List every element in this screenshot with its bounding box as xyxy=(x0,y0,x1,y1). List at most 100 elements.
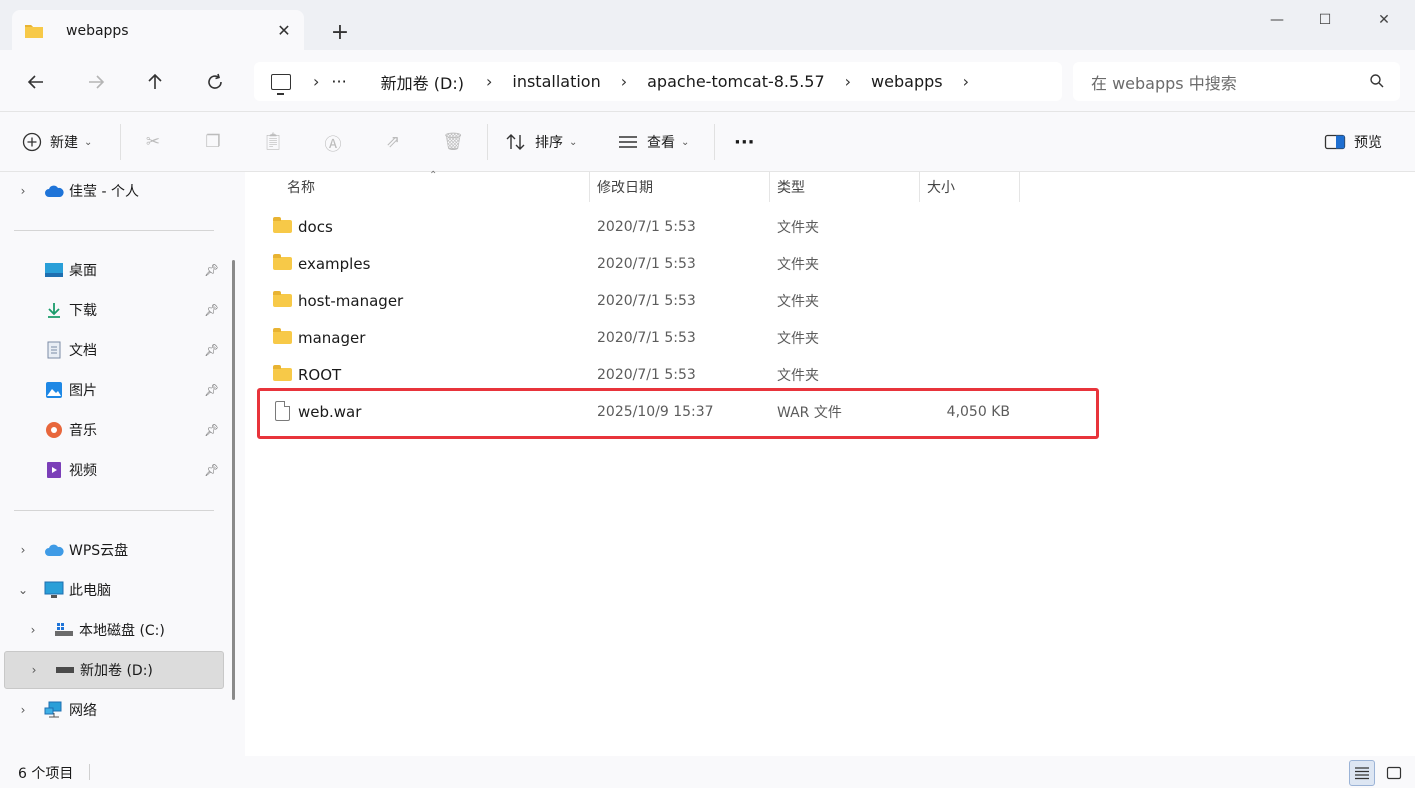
column-divider[interactable] xyxy=(769,172,770,202)
chevron-right-icon[interactable]: › xyxy=(27,663,41,677)
pin-icon[interactable]: 📌︎ xyxy=(204,423,219,437)
sidebar-item-this-pc[interactable]: ⌄ 此电脑 xyxy=(0,571,224,609)
folder-icon xyxy=(273,328,293,346)
copy-button[interactable]: ❐ xyxy=(202,128,224,156)
view-button[interactable]: 查看 ⌄ xyxy=(617,128,689,156)
sidebar-label: 此电脑 xyxy=(69,583,111,599)
paste-button[interactable]: 📋︎ xyxy=(262,128,284,156)
sidebar-item-downloads[interactable]: 下载 📌︎ xyxy=(0,291,224,329)
chevron-right-icon[interactable]: › xyxy=(16,184,30,198)
document-icon xyxy=(44,340,64,360)
pin-icon[interactable]: 📌︎ xyxy=(204,303,219,317)
column-header-modified[interactable]: 修改日期 xyxy=(597,172,653,202)
breadcrumb-item-installation[interactable]: installation xyxy=(512,72,600,91)
sidebar-item-drive-d[interactable]: › 新加卷 (D:) xyxy=(4,651,224,689)
new-button[interactable]: 新建 ⌄ xyxy=(22,128,92,156)
tab-close-icon[interactable]: ✕ xyxy=(274,20,294,40)
breadcrumb-item-tomcat[interactable]: apache-tomcat-8.5.57 xyxy=(647,72,825,91)
column-header-type[interactable]: 类型 xyxy=(777,172,805,202)
network-icon xyxy=(44,700,64,720)
chevron-right-icon[interactable]: › xyxy=(16,703,30,717)
sidebar-item-onedrive[interactable]: › 佳莹 - 个人 xyxy=(0,172,224,210)
sidebar-scrollbar[interactable] xyxy=(232,260,235,700)
chevron-down-icon: ⌄ xyxy=(681,136,690,148)
chevron-down-icon: ⌄ xyxy=(84,136,93,148)
sidebar-item-drive-c[interactable]: › 本地磁盘 (C:) xyxy=(0,611,224,649)
sidebar-label: 下载 xyxy=(69,303,97,319)
pictures-icon xyxy=(44,380,64,400)
column-header-name[interactable]: 名称 xyxy=(287,172,315,202)
sort-button[interactable]: 排序 ⌄ xyxy=(505,128,577,156)
arrow-right-icon xyxy=(89,75,105,89)
chevron-right-icon[interactable]: › xyxy=(621,72,627,91)
sidebar-item-desktop[interactable]: 桌面 📌︎ xyxy=(0,251,224,289)
chevron-right-icon[interactable]: › xyxy=(486,72,492,91)
file-name: examples xyxy=(298,254,371,273)
column-divider[interactable] xyxy=(1019,172,1020,202)
close-window-button[interactable]: ✕ xyxy=(1361,8,1407,32)
sidebar-item-pictures[interactable]: 图片 📌︎ xyxy=(0,371,224,409)
table-row[interactable]: host-manager 2020/7/1 5:53 文件夹 xyxy=(245,282,1415,319)
share-button[interactable]: ⇗ xyxy=(382,128,404,156)
preview-pane-button[interactable]: 预览 xyxy=(1324,128,1382,156)
pin-icon[interactable]: 📌︎ xyxy=(204,463,219,477)
sidebar-label: 佳莹 - 个人 xyxy=(69,184,139,200)
status-bar: 6 个项目 xyxy=(0,756,1415,788)
sort-icon xyxy=(506,134,525,150)
chevron-right-icon[interactable]: › xyxy=(16,543,30,557)
delete-button[interactable]: 🗑︎ xyxy=(442,128,464,156)
address-bar[interactable]: › ··· 新加卷 (D:) › installation › apache-t… xyxy=(254,62,1062,101)
minimize-button[interactable]: — xyxy=(1254,8,1300,32)
table-row[interactable]: examples 2020/7/1 5:53 文件夹 xyxy=(245,245,1415,282)
item-count: 6 个项目 xyxy=(18,766,74,782)
chevron-right-icon[interactable]: › xyxy=(845,72,851,91)
breadcrumb-item-webapps[interactable]: webapps xyxy=(871,72,943,91)
column-divider[interactable] xyxy=(919,172,920,202)
table-row[interactable]: manager 2020/7/1 5:53 文件夹 xyxy=(245,319,1415,356)
pin-icon[interactable]: 📌︎ xyxy=(204,343,219,357)
file-modified: 2020/7/1 5:53 xyxy=(597,255,696,272)
tab-webapps[interactable]: webapps ✕ xyxy=(12,10,304,51)
forward-button[interactable] xyxy=(82,68,110,96)
chevron-right-icon[interactable]: › xyxy=(313,72,319,91)
up-button[interactable] xyxy=(141,68,169,96)
maximize-button[interactable]: ☐ xyxy=(1302,8,1348,32)
sidebar-divider xyxy=(14,510,214,511)
sidebar-item-wps-cloud[interactable]: › WPS云盘 xyxy=(0,531,224,569)
file-type: 文件夹 xyxy=(777,330,819,347)
tiles-view-button[interactable] xyxy=(1381,760,1407,786)
pin-icon[interactable]: 📌︎ xyxy=(204,383,219,397)
search-icon[interactable] xyxy=(1370,74,1384,88)
sort-ascending-icon: ⌃ xyxy=(429,170,438,181)
file-modified: 2020/7/1 5:53 xyxy=(597,292,696,309)
details-view-button[interactable] xyxy=(1349,760,1375,786)
cut-button[interactable]: ✂ xyxy=(142,128,164,156)
sidebar-item-videos[interactable]: 视频 📌︎ xyxy=(0,451,224,489)
chevron-down-icon[interactable]: ⌄ xyxy=(16,583,30,597)
pin-icon[interactable]: 📌︎ xyxy=(204,263,219,277)
rename-button[interactable]: Ⓐ xyxy=(322,128,344,156)
toolbar-divider xyxy=(487,124,488,160)
sidebar-label: 桌面 xyxy=(69,263,97,279)
column-divider[interactable] xyxy=(589,172,590,202)
chevron-right-icon[interactable]: › xyxy=(963,72,969,91)
sidebar-item-documents[interactable]: 文档 📌︎ xyxy=(0,331,224,369)
search-input[interactable]: 在 webapps 中搜索 xyxy=(1073,62,1400,101)
more-options-button[interactable]: ··· xyxy=(734,128,755,156)
refresh-button[interactable] xyxy=(201,68,229,96)
column-header-size[interactable]: 大小 xyxy=(927,172,955,202)
preview-pane-icon xyxy=(1324,134,1346,150)
new-tab-button[interactable]: + xyxy=(328,20,352,45)
breadcrumb-more[interactable]: ··· xyxy=(331,72,346,91)
plus-circle-icon xyxy=(22,132,42,152)
breadcrumb-item-drive-d[interactable]: 新加卷 (D:) xyxy=(381,70,464,94)
back-button[interactable] xyxy=(22,68,50,96)
sidebar-item-network[interactable]: › 网络 xyxy=(0,691,224,729)
chevron-right-icon[interactable]: › xyxy=(26,623,40,637)
sidebar-item-music[interactable]: 音乐 📌︎ xyxy=(0,411,224,449)
preview-label: 预览 xyxy=(1354,135,1382,151)
search-placeholder: 在 webapps 中搜索 xyxy=(1091,73,1237,93)
table-row[interactable]: docs 2020/7/1 5:53 文件夹 xyxy=(245,208,1415,245)
tab-title: webapps xyxy=(66,22,129,39)
file-name: host-manager xyxy=(298,291,404,310)
